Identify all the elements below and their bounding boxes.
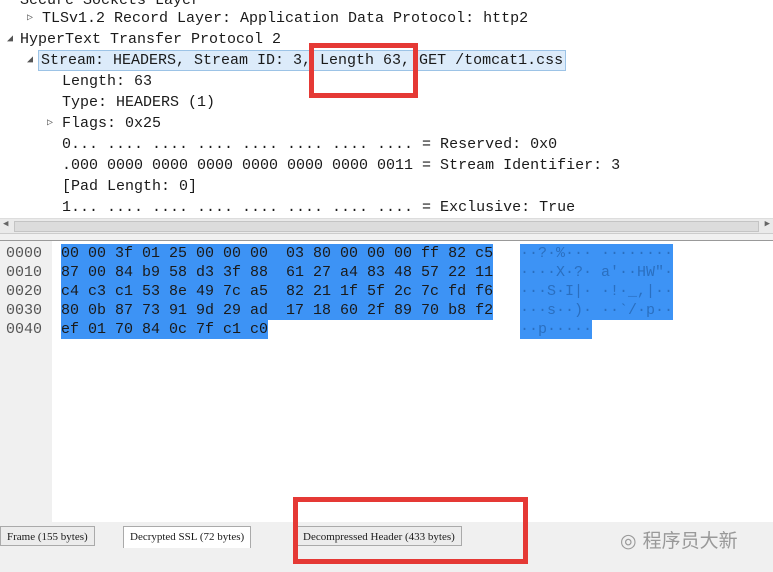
ascii-row[interactable]: ··?·%··· ········ bbox=[520, 244, 674, 263]
hex-offset: 0030 bbox=[6, 302, 43, 319]
wechat-icon: ◎ bbox=[620, 530, 643, 552]
packet-bytes-pane: 0000 0010 0020 0030 0040 00 00 3f 01 25 … bbox=[0, 240, 773, 523]
tab-decrypted-ssl[interactable]: Decrypted SSL (72 bytes) bbox=[123, 526, 252, 548]
hex-bytes-row[interactable]: c4 c3 c1 53 8e 49 7c a5 82 21 1f 5f 2c 7… bbox=[61, 282, 494, 301]
collapse-arrow-icon[interactable]: ◢ bbox=[27, 50, 33, 71]
ascii-row[interactable]: ···s··)· ··`/·p·· bbox=[520, 301, 674, 320]
tree-row-stream-identifier[interactable]: .000 0000 0000 0000 0000 0000 0000 0011 … bbox=[62, 155, 620, 176]
tree-row-stream-selected[interactable]: Stream: HEADERS, Stream ID: 3, Length 63… bbox=[38, 50, 567, 71]
hex-offset: 0010 bbox=[6, 264, 43, 281]
hex-offset: 0020 bbox=[6, 283, 43, 300]
annotation-highlight-box bbox=[293, 497, 528, 564]
tree-row-flags[interactable]: Flags: 0x25 bbox=[62, 113, 161, 134]
tree-row-reserved[interactable]: 0... .... .... .... .... .... .... .... … bbox=[62, 134, 557, 155]
scroll-left-icon[interactable]: ◀ bbox=[3, 219, 8, 229]
hex-bytes-row[interactable]: 80 0b 87 73 91 9d 29 ad 17 18 60 2f 89 7… bbox=[61, 301, 494, 320]
ascii-row[interactable]: ···S·I|· ·!·_,|·· bbox=[520, 282, 674, 301]
expand-arrow-icon[interactable]: ▷ bbox=[27, 8, 33, 29]
tree-row-http2[interactable]: HyperText Transfer Protocol 2 bbox=[20, 29, 281, 50]
hex-bytes-row[interactable]: 00 00 3f 01 25 00 00 00 03 80 00 00 00 f… bbox=[61, 244, 494, 263]
packet-details-tree: Secure Sockets Layer ▷ TLSv1.2 Record La… bbox=[0, 0, 773, 218]
tree-row-exclusive[interactable]: 1... .... .... .... .... .... .... .... … bbox=[62, 197, 575, 218]
scroll-right-icon[interactable]: ▶ bbox=[765, 219, 770, 229]
expand-arrow-icon[interactable]: ▷ bbox=[47, 113, 53, 134]
ascii-row[interactable]: ····X·?· a'··HW"· bbox=[520, 263, 674, 282]
hex-offset: 0000 bbox=[6, 245, 43, 262]
hex-bytes-row[interactable]: ef 01 70 84 0c 7f c1 c0 bbox=[61, 320, 269, 339]
tree-row-length[interactable]: Length: 63 bbox=[62, 71, 152, 92]
watermark-logo: ◎ 程序员大新 bbox=[620, 526, 738, 553]
horizontal-scrollbar[interactable]: ◀ ▶ bbox=[0, 218, 773, 234]
tree-row-pad-length[interactable]: [Pad Length: 0] bbox=[62, 176, 197, 197]
watermark-text: 程序员大新 bbox=[642, 530, 738, 552]
ascii-row[interactable]: ··p····· bbox=[520, 320, 593, 339]
tree-row-type[interactable]: Type: HEADERS (1) bbox=[62, 92, 215, 113]
annotation-highlight-box bbox=[309, 43, 418, 98]
hex-bytes-row[interactable]: 87 00 84 b9 58 d3 3f 88 61 27 a4 83 48 5… bbox=[61, 263, 494, 282]
collapse-arrow-icon[interactable]: ◢ bbox=[7, 29, 13, 50]
scrollbar-thumb[interactable] bbox=[14, 221, 759, 232]
tab-frame[interactable]: Frame (155 bytes) bbox=[0, 526, 95, 546]
tree-row-tls-record[interactable]: TLSv1.2 Record Layer: Application Data P… bbox=[42, 8, 528, 29]
hex-offset: 0040 bbox=[6, 321, 43, 338]
